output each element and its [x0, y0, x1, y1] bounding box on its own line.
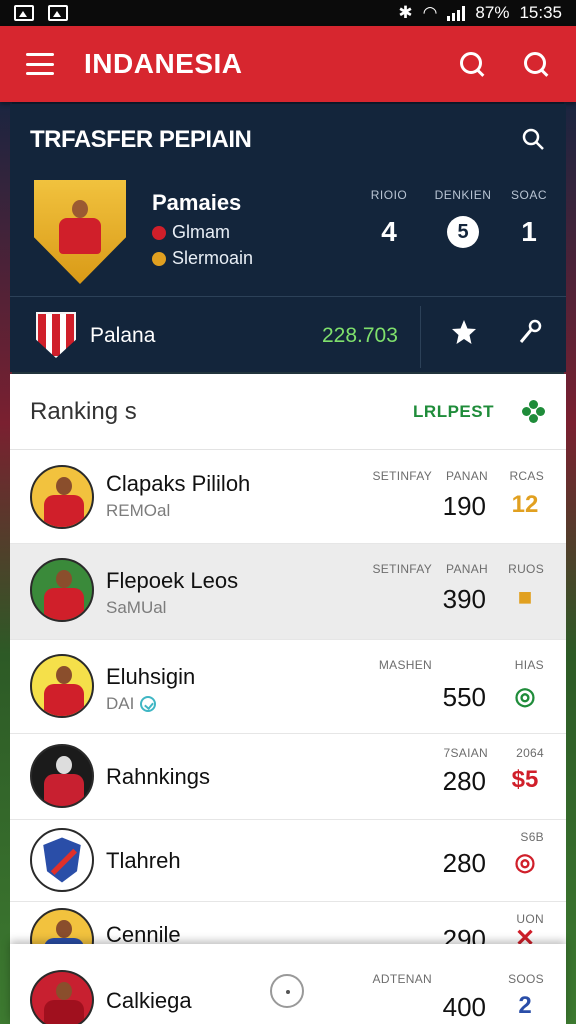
clock: 15:35 [519, 3, 562, 22]
share-icon[interactable] [520, 126, 546, 152]
player-name: Flepoek Leos [106, 568, 239, 593]
battery-percent: 87% [475, 3, 510, 22]
column-label: ADTENAN [372, 972, 432, 986]
stat-3: SOAC 1 [510, 188, 547, 247]
club-dot-icon [152, 251, 166, 266]
player-avatar [30, 970, 94, 1024]
rank-badge: $5 [511, 766, 539, 793]
status-bar: ✱ ◠ 87% 15:35 [0, 0, 576, 26]
column-label: 2064 [516, 746, 544, 760]
rankings-card: Ranking s LRLPEST Clapaks Pililoh REMOal… [10, 374, 566, 1024]
ranking-row[interactable]: Rahnkings 7SAIAN 2064 280 $5 [10, 734, 566, 820]
stat-2: DENKIEN 5 [428, 188, 498, 248]
player-avatar [30, 465, 94, 529]
rank-badge: 12 [511, 491, 539, 518]
club-avatar [30, 744, 94, 808]
column-label: PANAN [446, 469, 488, 483]
player-club: DAI [106, 694, 157, 714]
column-label: HIAS [514, 658, 544, 672]
radio-button[interactable] [270, 974, 304, 1008]
refresh-icon[interactable] [522, 399, 546, 424]
ranking-row[interactable]: Tlahreh S6B 280 ◎ [10, 820, 566, 902]
player-name: Calkiega [106, 988, 192, 1013]
app-title: INDANESIA [84, 48, 243, 79]
favorite-star-icon[interactable] [450, 318, 478, 346]
score-value: 280 [442, 766, 486, 796]
player-name: Tlahreh [106, 848, 181, 873]
score-value: 390 [442, 584, 486, 614]
photo-icon [48, 5, 68, 21]
divider [420, 306, 421, 368]
column-label: MASHEN [378, 658, 432, 672]
rank-badge: ■ [517, 584, 533, 611]
player-avatar [30, 558, 94, 622]
club-value: 228.703 [322, 324, 398, 347]
club-crest-icon [30, 828, 94, 892]
divider [10, 296, 566, 297]
player-avatar [30, 654, 94, 718]
player-detail-2: Slermoain [152, 248, 253, 269]
column-label: 7SAIAN [443, 746, 488, 760]
score-value: 280 [442, 848, 486, 878]
transfer-panel: TRFASFER PEPIAIN Pamaies Glmam Slermoain… [10, 104, 566, 372]
ranking-row[interactable]: Clapaks Pililoh REMOal SETINFAY PANAN RC… [10, 451, 566, 544]
player-club: REMOal [106, 501, 171, 520]
player-name: Eluhsigin [106, 664, 196, 689]
signal-icon [447, 5, 466, 21]
gallery-icon [14, 5, 34, 21]
search-alt-icon[interactable] [522, 50, 550, 78]
club-name: Palana [90, 324, 156, 347]
player-crest [34, 180, 126, 284]
rankings-title: Ranking s [30, 397, 137, 425]
column-label: SOOS [508, 972, 544, 986]
column-label: SETINFAY [372, 562, 432, 576]
stat-1: RIOIO 4 [370, 188, 408, 247]
rankings-header: Ranking s LRLPEST [10, 374, 566, 450]
app-bar: INDANESIA [0, 26, 576, 102]
verified-icon [140, 696, 157, 712]
column-label: PANAH [446, 562, 488, 576]
search-icon[interactable] [458, 50, 486, 78]
wifi-icon: ◠ [422, 3, 438, 22]
player-avatar [55, 200, 105, 264]
score-value: 400 [442, 992, 486, 1022]
menu-icon[interactable] [26, 53, 54, 75]
club-crest-icon [36, 312, 76, 358]
column-label: S6B [520, 830, 544, 844]
rank-badge: ◎ [514, 683, 536, 710]
club-dot-icon [152, 225, 166, 240]
transfer-title: TRFASFER PEPIAIN [30, 126, 252, 153]
score-value: 190 [442, 491, 486, 521]
column-label: RUOS [508, 562, 544, 576]
score-value: 550 [442, 682, 486, 712]
column-label: SETINFAY [372, 469, 432, 483]
edit-icon[interactable] [516, 318, 544, 346]
column-label: RCAS [509, 469, 544, 483]
player-name: Rahnkings [106, 764, 210, 789]
ranking-row[interactable]: Flepoek Leos SaMUal SETINFAY PANAH RUOS … [10, 544, 566, 640]
player-name: Pamaies [152, 190, 242, 215]
bluetooth-icon: ✱ [398, 3, 413, 22]
player-club: SaMUal [106, 598, 167, 617]
ranking-row[interactable]: Eluhsigin DAI MASHEN HIAS 550 ◎ [10, 640, 566, 734]
player-name: Clapaks Pililoh [106, 471, 251, 496]
player-detail-1: Glmam [152, 222, 230, 243]
bottom-ranking-row[interactable]: Calkiega ADTENAN SOOS 400 2 [10, 944, 566, 1024]
latest-filter[interactable]: LRLPEST [413, 402, 494, 422]
rank-badge: ◎ [514, 849, 536, 876]
rank-badge: 2 [518, 992, 532, 1019]
